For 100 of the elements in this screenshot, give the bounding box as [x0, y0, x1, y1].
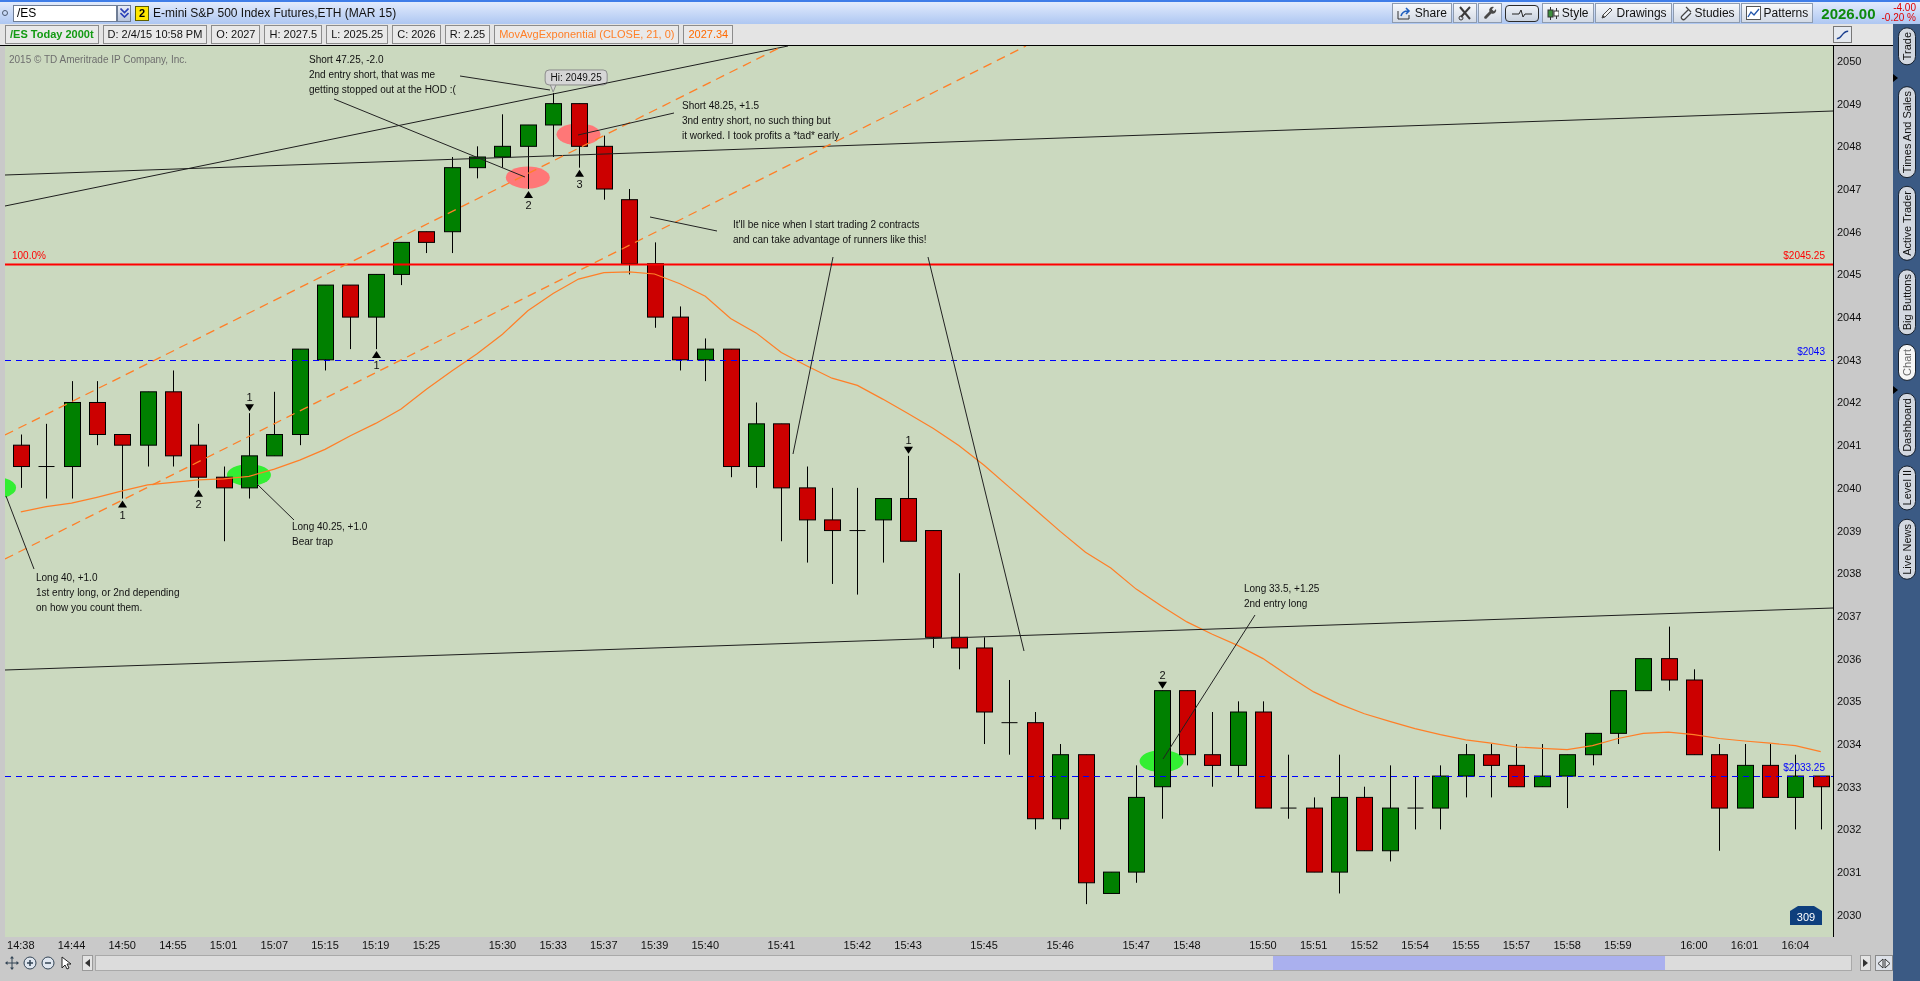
pencil-icon — [1599, 6, 1614, 20]
scroll-left-button[interactable] — [81, 955, 93, 971]
candle — [266, 391, 283, 457]
style-button[interactable]: Style — [1541, 3, 1594, 23]
time-axis-label: 15:25 — [412, 939, 441, 951]
quote-field: D: 2/4/15 10:58 PM — [102, 25, 208, 44]
pan-button[interactable] — [4, 955, 20, 971]
price-axis-label: 2042 — [1837, 396, 1862, 409]
candle — [1103, 871, 1120, 894]
chart-note: Short 48.25, +1.5 3nd entry short, no such thing but it worked. I took profits a *tad* early — [682, 100, 840, 141]
sidebar-tab[interactable]: Active Trader — [1898, 186, 1916, 262]
share-button[interactable]: Share — [1391, 3, 1452, 23]
symbol-field[interactable]: /ES — [13, 4, 117, 22]
drawings-button[interactable]: Drawings — [1594, 3, 1672, 23]
candle — [1280, 754, 1297, 820]
price-axis-label: 2045 — [1837, 268, 1862, 281]
patterns-button[interactable]: Patterns — [1740, 3, 1814, 23]
zoom-in-icon — [22, 956, 37, 970]
line-chart-icon — [1745, 6, 1761, 20]
time-axis-label: 15:55 — [1452, 939, 1480, 951]
bar-count-badge: 309 — [1790, 906, 1822, 925]
time-axis-label: 15:40 — [691, 939, 719, 951]
chart-note: Long 40.25, +1.0 Bear trap — [292, 521, 368, 547]
candle — [1762, 743, 1779, 798]
time-axis-label: 15:58 — [1553, 939, 1581, 951]
time-axis-label: 15:33 — [539, 939, 567, 951]
time-axis-label: 15:46 — [1046, 939, 1074, 951]
candle — [494, 113, 511, 169]
candle — [1483, 743, 1500, 798]
price-axis-label: 2049 — [1837, 97, 1862, 110]
time-axis-label: 15:50 — [1249, 939, 1277, 951]
triangle-icon — [245, 404, 254, 412]
price-axis-label: 2037 — [1837, 609, 1862, 622]
last-price: 2026.00 — [1821, 4, 1876, 22]
triangle-icon — [1893, 74, 1898, 82]
quote-field: L: 2025.25 — [326, 25, 389, 44]
candle — [1407, 775, 1424, 830]
price-axis-label: 2033 — [1837, 780, 1862, 793]
candle — [190, 423, 207, 489]
percent-change: -0.20 % — [1881, 13, 1916, 23]
candle — [697, 337, 714, 382]
time-axis-label: 15:52 — [1350, 939, 1379, 951]
marker-label: 1 — [905, 433, 912, 446]
candle — [520, 124, 537, 190]
price-axis-label: 2039 — [1837, 524, 1862, 537]
dropdown-button[interactable] — [117, 4, 131, 22]
pan-icon — [4, 956, 19, 970]
time-axis-label: 15:15 — [311, 939, 339, 951]
studies-button[interactable]: Studies — [1672, 3, 1740, 23]
sidebar-tab[interactable]: Chart — [1898, 343, 1916, 381]
price-axis-label: 2035 — [1837, 695, 1862, 708]
zoom-out-icon — [40, 956, 55, 970]
pulse-button[interactable] — [1504, 4, 1539, 22]
level-percent-label: 100.0% — [12, 249, 46, 261]
sidebar-tab[interactable]: Big Buttons — [1898, 269, 1916, 336]
marker-label: 2 — [1159, 668, 1166, 681]
time-axis-label: 14:55 — [159, 939, 187, 951]
zoom-in-button[interactable] — [21, 955, 38, 971]
scrollbar-thumb[interactable] — [1272, 956, 1665, 970]
price-axis-label: 2046 — [1837, 225, 1862, 238]
sidebar-tab[interactable]: Trade — [1898, 27, 1916, 66]
candle — [1661, 626, 1678, 692]
chart-settings-button[interactable] — [1833, 26, 1852, 43]
price-axis-label: 2050 — [1837, 54, 1862, 67]
scroll-right-button[interactable] — [1860, 955, 1871, 971]
quote-field: H: 2027.5 — [264, 25, 323, 44]
zoom-out-button[interactable] — [39, 955, 56, 971]
chart-title: /ES Today 2000t — [5, 25, 99, 44]
sidebar-tab[interactable]: Times And Sales — [1898, 86, 1916, 179]
time-axis-label: 15:07 — [260, 939, 289, 951]
link-group-badge[interactable]: 2 — [135, 5, 149, 21]
sidebar-tab[interactable]: Dashboard — [1898, 393, 1916, 458]
sidebar-tab[interactable]: Level II — [1898, 465, 1916, 511]
price-level-label: $2045.25 — [1783, 249, 1825, 261]
expand-button[interactable] — [1875, 955, 1893, 971]
price-axis-label: 2038 — [1837, 567, 1862, 580]
time-axis-label: 15:42 — [843, 939, 872, 951]
time-axis-label: 15:41 — [767, 939, 796, 951]
price-axis-label: 2032 — [1837, 823, 1862, 836]
time-axis-label: 15:47 — [1122, 939, 1150, 951]
price-axis-label: 2031 — [1837, 866, 1862, 879]
time-axis-label: 15:54 — [1401, 939, 1429, 951]
candle — [1813, 775, 1830, 830]
chart-note: Long 33.5, +1.25 2nd entry long — [1244, 583, 1320, 609]
triangle-icon — [194, 489, 203, 497]
pulse-icon — [1511, 8, 1532, 18]
candle — [1432, 764, 1449, 830]
time-axis-label: 15:30 — [488, 939, 517, 951]
leader-line — [256, 483, 295, 521]
triangle-icon — [575, 169, 584, 177]
share-icon — [1396, 6, 1412, 20]
candle — [672, 305, 689, 371]
candle — [469, 145, 486, 179]
wrench-button[interactable] — [1477, 3, 1502, 23]
arrow-left-icon — [84, 959, 90, 967]
price-axis-label: 2048 — [1837, 140, 1862, 153]
price-axis-label: 2034 — [1837, 738, 1862, 751]
time-axis-label: 14:38 — [7, 939, 35, 951]
scissors-button[interactable] — [1452, 3, 1477, 23]
sidebar-tab[interactable]: Live News — [1898, 518, 1916, 580]
